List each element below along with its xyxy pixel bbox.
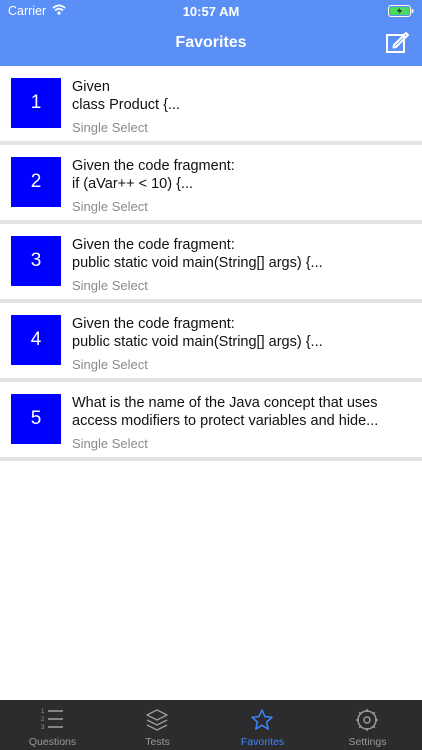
- list-icon: 1 2 3: [41, 709, 63, 730]
- question-line-1: Given the code fragment:: [72, 158, 235, 174]
- question-text: Given the code fragment: public static v…: [72, 315, 412, 351]
- tab-label: Questions: [28, 736, 77, 748]
- list-item[interactable]: 3 Given the code fragment: public static…: [0, 224, 422, 303]
- tab-settings[interactable]: Settings: [315, 700, 420, 750]
- nav-header: Carrier 10:57 AM Favorites: [0, 0, 422, 66]
- svg-text:1: 1: [41, 709, 45, 715]
- question-line-2: class Product {...: [72, 97, 180, 113]
- question-line-2: public static void main(String[] args) {…: [72, 255, 323, 271]
- layers-icon: [146, 709, 168, 731]
- question-number-badge: 1: [11, 78, 61, 128]
- list-item[interactable]: 4 Given the code fragment: public static…: [0, 303, 422, 382]
- question-line-2: public static void main(String[] args) {…: [72, 334, 323, 350]
- question-line-1: Given: [72, 79, 110, 95]
- question-line-1: Given the code fragment:: [72, 237, 235, 253]
- question-number-badge: 2: [11, 157, 61, 207]
- question-type: Single Select: [72, 436, 148, 451]
- question-type: Single Select: [72, 357, 148, 372]
- tab-tests[interactable]: Tests: [105, 700, 210, 750]
- question-text: Given class Product {...: [72, 78, 412, 114]
- list-item[interactable]: 1 Given class Product {... Single Select: [0, 66, 422, 145]
- tab-label: Favorites: [240, 736, 285, 748]
- question-line-1: Given the code fragment:: [72, 316, 235, 332]
- question-line-1: What is the name of the Java concept tha…: [72, 395, 378, 411]
- question-text: Given the code fragment: if (aVar++ < 10…: [72, 157, 412, 193]
- edit-icon[interactable]: [384, 29, 410, 55]
- status-bar: Carrier 10:57 AM: [0, 0, 422, 22]
- page-title: Favorites: [175, 34, 247, 51]
- question-text: What is the name of the Java concept tha…: [72, 394, 412, 430]
- star-icon: [251, 709, 273, 730]
- question-line-2: access modifiers to protect variables an…: [72, 413, 379, 429]
- tab-label: Tests: [145, 736, 170, 748]
- tab-bar: 123 Questions Tests Favorites Settings: [0, 700, 422, 750]
- question-number-badge: 5: [11, 394, 61, 444]
- question-type: Single Select: [72, 278, 148, 293]
- question-type: Single Select: [72, 199, 148, 214]
- battery-icon: [388, 5, 414, 17]
- svg-text:2: 2: [41, 717, 45, 723]
- list-item[interactable]: 5 What is the name of the Java concept t…: [0, 382, 422, 461]
- status-time: 10:57 AM: [182, 4, 240, 19]
- question-type: Single Select: [72, 120, 148, 135]
- tab-favorites[interactable]: Favorites: [210, 700, 315, 750]
- question-text: Given the code fragment: public static v…: [72, 236, 412, 272]
- tab-questions[interactable]: 1 2 3 Questions: [0, 700, 105, 750]
- gear-icon: [356, 709, 378, 731]
- question-number-badge: 3: [11, 236, 61, 286]
- list-item[interactable]: 2 Given the code fragment: if (aVar++ < …: [0, 145, 422, 224]
- question-number-badge: 4: [11, 315, 61, 365]
- question-line-2: if (aVar++ < 10) {...: [72, 176, 194, 192]
- svg-text:3: 3: [41, 725, 45, 730]
- favorites-list: 1 Given class Product {... Single Select…: [0, 66, 422, 461]
- tab-label: Settings: [348, 736, 387, 748]
